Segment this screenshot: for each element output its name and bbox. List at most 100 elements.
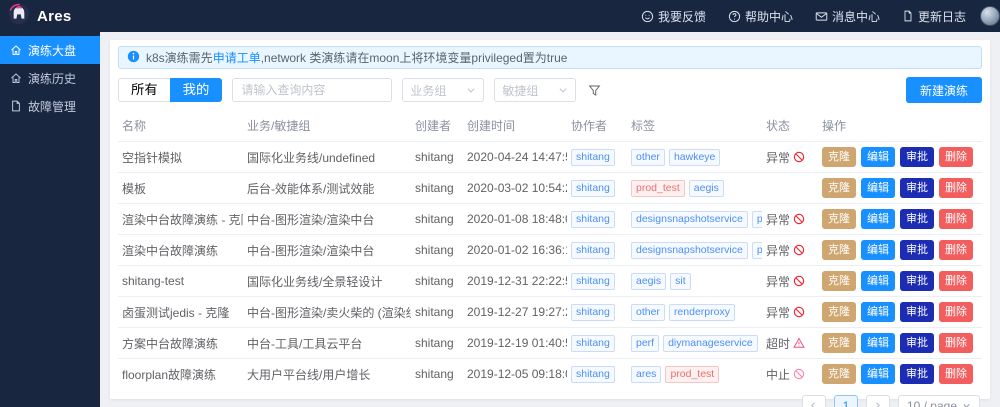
clone-button[interactable]: 克隆 — [822, 147, 856, 167]
group-cell: 国际化业务线/undefined — [243, 141, 411, 173]
group-cell: 大用户平台线/用户增长 — [243, 358, 411, 389]
filter-funnel-icon[interactable] — [588, 84, 601, 97]
apply-ticket-link[interactable]: 申请工单 — [213, 51, 261, 65]
tag: other — [631, 148, 665, 166]
table-body: 空指针模拟 国际化业务线/undefined shitang 2020-04-24 1… — [118, 141, 982, 389]
status-badge: 异常 — [766, 273, 814, 290]
scope-button-mine[interactable]: 我的 — [169, 78, 223, 102]
approve-button[interactable]: 审批 — [900, 302, 934, 322]
next-page-button[interactable] — [865, 395, 890, 407]
column-header: 创建时间 — [467, 119, 516, 133]
edit-button[interactable]: 编辑 — [861, 209, 895, 229]
clone-button[interactable]: 克隆 — [822, 209, 856, 229]
edit-button[interactable]: 编辑 — [861, 364, 895, 384]
approve-button[interactable]: 审批 — [900, 333, 934, 353]
edit-button[interactable]: 编辑 — [861, 271, 895, 291]
collaborators-cell: shitang — [567, 358, 627, 389]
status-cell: 异常 — [762, 265, 818, 297]
creator-cell: shitang — [411, 265, 463, 297]
tag: designsnapshotservice — [631, 210, 748, 228]
group-cell: 国际化业务线/全景轻设计 — [243, 265, 411, 297]
collaborators-cell: shitang — [567, 296, 627, 328]
chevron-down-icon — [962, 399, 971, 407]
actions-cell: 克隆 编辑 审批 删除 — [818, 203, 982, 235]
chevron-left-icon — [809, 399, 818, 407]
actions-cell: 克隆 编辑 审批 删除 — [818, 141, 982, 173]
creator-cell: shitang — [411, 358, 463, 389]
tag: aegis — [688, 179, 724, 197]
approve-button[interactable]: 审批 — [900, 240, 934, 260]
business-group-select[interactable]: 业务组 — [402, 78, 485, 102]
group-cell: 中台-图形渲染/卖火柴的 (渲染组) — [243, 296, 411, 328]
app-title: Ares — [37, 7, 72, 25]
sidebar-item-drill-dashboard[interactable]: 演练大盘 — [0, 36, 100, 64]
delete-button[interactable]: 删除 — [939, 147, 973, 167]
creator-cell: shitang — [411, 296, 463, 328]
info-alert: k8s演练需先申请工单,network 类演练请在moon上将环境变量privi… — [118, 46, 982, 69]
clone-button[interactable]: 克隆 — [822, 333, 856, 353]
clone-button[interactable]: 克隆 — [822, 178, 856, 198]
tags-cell: perf diymanageservice — [627, 327, 762, 359]
clone-button[interactable]: 克隆 — [822, 302, 856, 322]
approve-button[interactable]: 审批 — [900, 271, 934, 291]
sidebar-item-label: 故障管理 — [28, 99, 77, 114]
delete-button[interactable]: 删除 — [939, 364, 973, 384]
collaborators-cell: shitang — [567, 141, 627, 173]
agile-group-select[interactable]: 敏捷组 — [494, 78, 577, 102]
status-cell: 异常 — [762, 296, 818, 328]
name-cell: 模板 — [118, 172, 243, 204]
top-link-message-center[interactable]: 消息中心 — [815, 8, 880, 25]
approve-button[interactable]: 审批 — [900, 147, 934, 167]
column-header: 名称 — [122, 119, 147, 133]
search-input[interactable] — [232, 78, 393, 102]
clone-button[interactable]: 克隆 — [822, 271, 856, 291]
sidebar-item-label: 演练大盘 — [28, 43, 77, 58]
approve-button[interactable]: 审批 — [900, 178, 934, 198]
top-links: 我要反馈 帮助中心 消息中心 更新日志 — [641, 8, 980, 25]
prev-page-button[interactable] — [801, 395, 826, 407]
tag: perf — [751, 241, 762, 259]
warning-icon — [793, 337, 805, 349]
top-link-label: 帮助中心 — [744, 9, 793, 24]
delete-button[interactable]: 删除 — [939, 178, 973, 198]
approve-button[interactable]: 审批 — [900, 209, 934, 229]
edit-button[interactable]: 编辑 — [861, 302, 895, 322]
document-icon — [10, 100, 22, 112]
scope-button-all[interactable]: 所有 — [118, 78, 170, 102]
page-size-select[interactable]: 10 / page — [897, 395, 980, 407]
status-label: 异常 — [766, 305, 791, 320]
edit-button[interactable]: 编辑 — [861, 333, 895, 353]
approve-button[interactable]: 审批 — [900, 364, 934, 384]
delete-button[interactable]: 删除 — [939, 240, 973, 260]
collaborator-tag: shitang — [571, 179, 615, 197]
created-time-cell: 2019-12-31 22:22:53 — [463, 265, 567, 297]
column-header: 标签 — [631, 119, 656, 133]
top-link-changelog[interactable]: 更新日志 — [902, 8, 966, 25]
top-link-feedback[interactable]: 我要反馈 — [641, 8, 706, 25]
collaborators-cell: shitang — [567, 327, 627, 359]
sidebar-item-fault-management[interactable]: 故障管理 — [0, 92, 100, 120]
sidebar-item-drill-history[interactable]: 演练历史 — [0, 64, 100, 92]
top-link-help-center[interactable]: 帮助中心 — [728, 8, 793, 25]
delete-button[interactable]: 删除 — [939, 333, 973, 353]
delete-button[interactable]: 删除 — [939, 209, 973, 229]
column-header: 业务/敏捷组 — [247, 119, 311, 133]
clone-button[interactable]: 克隆 — [822, 240, 856, 260]
edit-button[interactable]: 编辑 — [861, 178, 895, 198]
edit-button[interactable]: 编辑 — [861, 147, 895, 167]
table-row: 模板后台-效能体系/测试效能shitang2020-03-02 10:54:20… — [118, 172, 982, 204]
delete-button[interactable]: 删除 — [939, 302, 973, 322]
prohibit-icon — [793, 151, 805, 163]
user-avatar[interactable] — [980, 6, 1000, 26]
collaborator-tag: shitang — [571, 272, 615, 290]
page-number-button[interactable]: 1 — [833, 395, 858, 407]
pagination: 1 10 / page — [118, 389, 982, 407]
status-badge: 中止 — [766, 366, 814, 383]
chevron-right-icon — [873, 399, 882, 407]
clone-button[interactable]: 克隆 — [822, 364, 856, 384]
delete-button[interactable]: 删除 — [939, 271, 973, 291]
edit-button[interactable]: 编辑 — [861, 240, 895, 260]
new-drill-button[interactable]: 新建演练 — [905, 77, 982, 103]
chevron-down-icon — [558, 85, 568, 95]
smiley-icon — [641, 10, 654, 23]
